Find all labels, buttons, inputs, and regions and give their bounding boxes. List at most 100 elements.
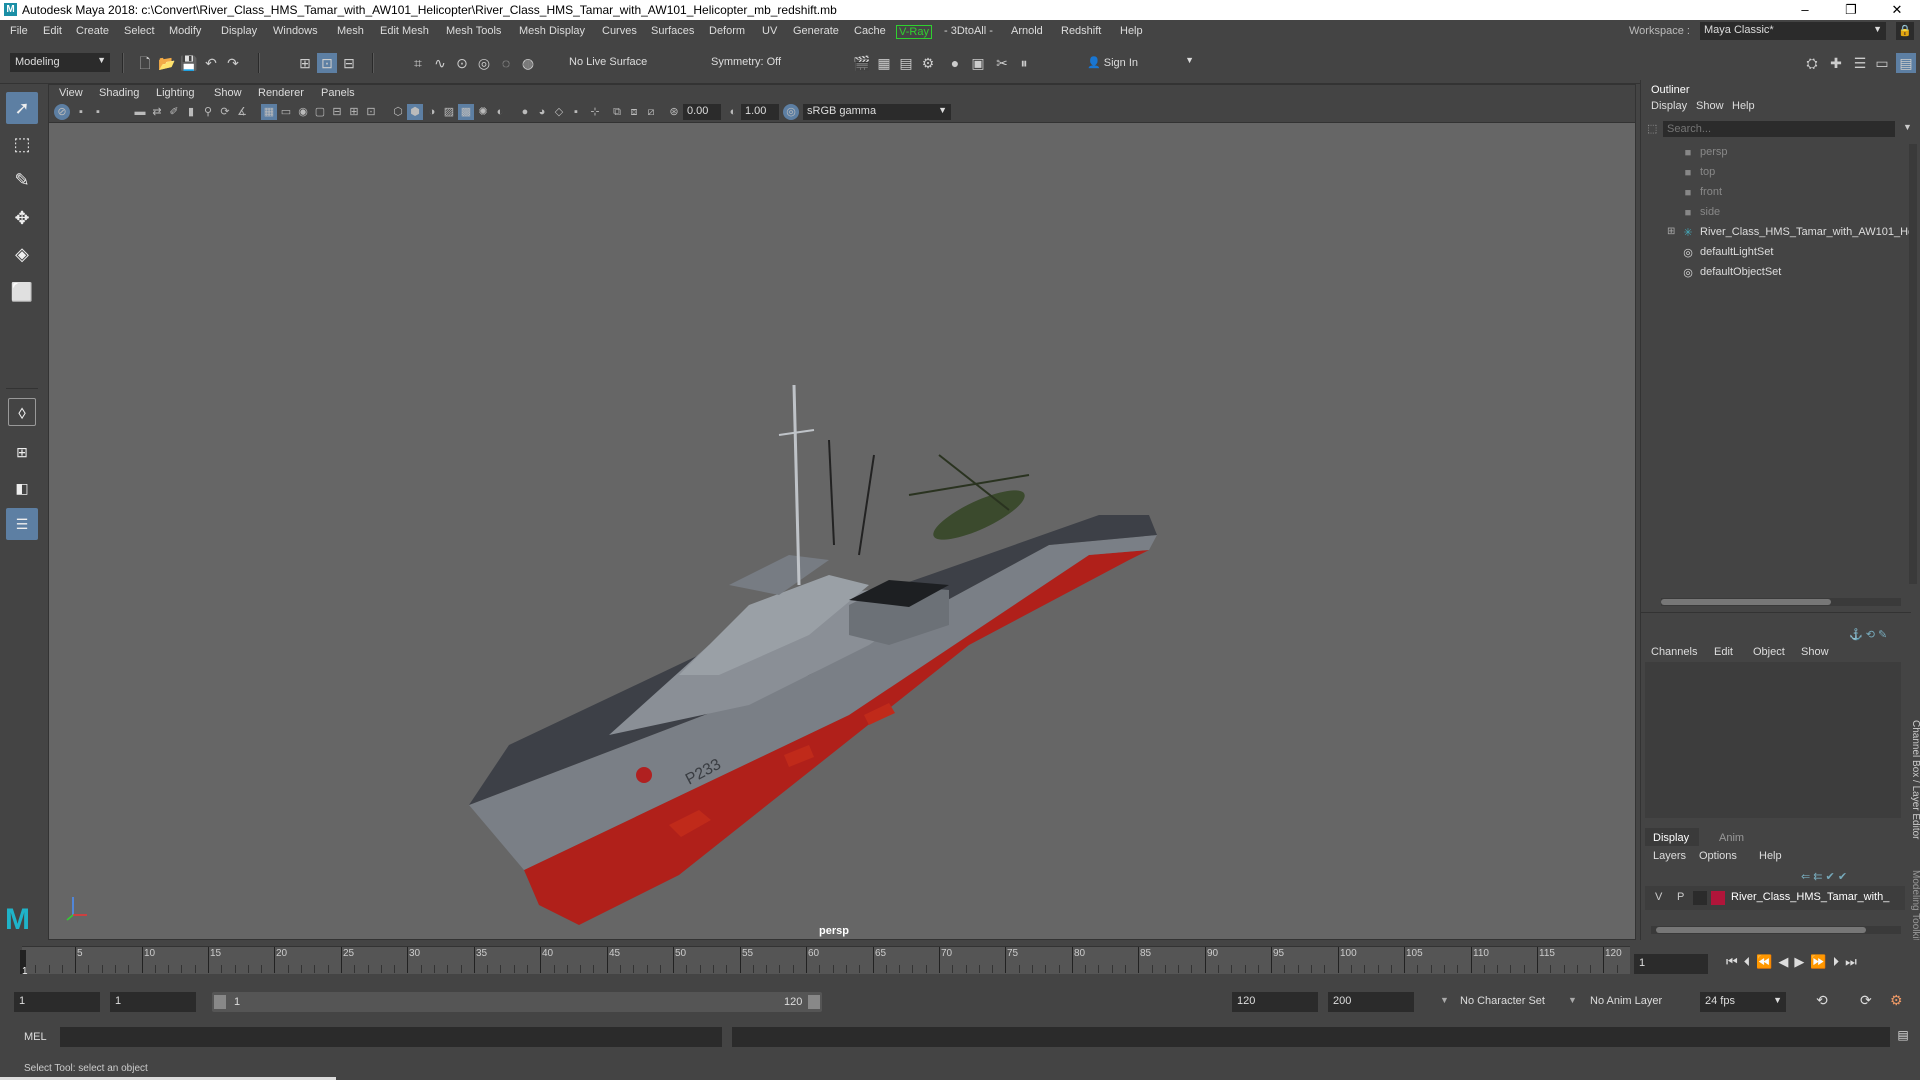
depth-of-field-icon[interactable]: ◇ <box>551 104 567 120</box>
attribute-editor-icon[interactable]: ☰ <box>1850 53 1870 73</box>
go-to-end-icon[interactable]: ⏭ <box>1845 954 1863 969</box>
play-backward-icon[interactable]: ◀ <box>1778 954 1794 969</box>
xray-components-icon[interactable]: ⧈ <box>626 104 642 120</box>
restore-button[interactable]: ❐ <box>1828 0 1874 20</box>
live-surface-field[interactable]: No Live Surface <box>564 53 664 72</box>
menu-display[interactable]: Display <box>221 25 257 37</box>
exposure-icon[interactable]: ⊛ <box>666 104 682 120</box>
auto-key-icon[interactable]: ⟳ <box>1860 992 1872 1009</box>
menu-3dtoall[interactable]: - 3DtoAll - <box>944 25 993 37</box>
select-hierarchy-icon[interactable]: ⊞ <box>295 53 315 73</box>
sign-in-button[interactable]: 👤 Sign In ▼ <box>1082 53 1198 72</box>
pause-icon[interactable]: ⏸ <box>1014 53 1034 73</box>
anim-layer-select[interactable]: No Anim Layer <box>1590 995 1662 1007</box>
layer-color-swatch[interactable] <box>1711 891 1725 905</box>
playback-controls[interactable]: ⏮⏴⏪◀▶⏩⏵⏭ <box>1726 954 1863 970</box>
persp-outliner-layout-icon[interactable]: ◧ <box>6 472 38 504</box>
new-scene-icon[interactable]: 🗋 <box>135 53 155 73</box>
resolution-gate-icon[interactable]: ∡ <box>234 104 250 120</box>
outliner-menu-display[interactable]: Display <box>1651 100 1687 112</box>
menu-redshift[interactable]: Redshift <box>1061 25 1101 37</box>
loop-icon[interactable]: ⟲ <box>1816 992 1828 1009</box>
ipr-render-icon[interactable]: ▤ <box>896 53 916 73</box>
exposure-field[interactable]: 0.00 <box>683 104 721 120</box>
outliner-horizontal-scrollbar[interactable] <box>1661 598 1901 606</box>
layer-menu-options[interactable]: Options <box>1699 850 1737 862</box>
channel-box-menu-edit[interactable]: Edit <box>1714 646 1733 658</box>
select-object-icon[interactable]: ⊡ <box>317 53 337 73</box>
outliner-item-ship-group[interactable]: ✳ River_Class_HMS_Tamar_with_AW101_He <box>1683 226 1914 242</box>
outliner-search-input[interactable] <box>1663 121 1895 137</box>
menu-edit[interactable]: Edit <box>43 25 62 37</box>
menu-file[interactable]: File <box>10 25 28 37</box>
viewport-panel[interactable]: View Shading Lighting Show Renderer Pane… <box>48 84 1636 940</box>
save-scene-icon[interactable]: 💾 <box>179 53 199 73</box>
workspace-select[interactable]: Maya Classic* ▼ <box>1700 22 1886 40</box>
current-frame-field[interactable]: 1 <box>1634 954 1708 974</box>
filter-icon[interactable]: ⬚ <box>1647 122 1661 136</box>
show-grid-icon[interactable]: ▦ <box>261 104 277 120</box>
outliner-item-side[interactable]: ■ side <box>1685 206 1721 222</box>
menu-arnold[interactable]: Arnold <box>1011 25 1043 37</box>
select-component-icon[interactable]: ⊟ <box>339 53 359 73</box>
menu-mesh[interactable]: Mesh <box>337 25 364 37</box>
wireframe-mode-icon[interactable]: ⬡ <box>390 104 406 120</box>
viewport-menu-lighting[interactable]: Lighting <box>156 87 195 99</box>
go-to-start-icon[interactable]: ⏮ <box>1726 954 1744 969</box>
image-plane-icon[interactable]: ▬ <box>132 104 148 120</box>
snap-grid-icon[interactable]: ⌗ <box>408 53 428 73</box>
menu-uv[interactable]: UV <box>762 25 777 37</box>
wireframe-on-shaded-icon[interactable]: ◑ <box>424 104 440 120</box>
channel-box-menu-show[interactable]: Show <box>1801 646 1829 658</box>
side-tab-modeling-toolkit[interactable]: Modeling Toolkit <box>1908 870 1920 942</box>
layer-name[interactable]: River_Class_HMS_Tamar_with_ <box>1731 891 1889 903</box>
open-scene-icon[interactable]: 📂 <box>157 53 177 73</box>
xray-joints-icon[interactable]: ⧉ <box>609 104 625 120</box>
redo-icon[interactable]: ↷ <box>223 53 243 73</box>
menu-edit-mesh[interactable]: Edit Mesh <box>380 25 429 37</box>
layer-menu-layers[interactable]: Layers <box>1653 850 1686 862</box>
render-settings-icon[interactable]: ⚙ <box>918 53 938 73</box>
bookmark-view-icon[interactable]: ▮ <box>183 104 199 120</box>
mel-input[interactable] <box>60 1027 722 1047</box>
outliner-item-persp[interactable]: ■ persp <box>1685 146 1728 162</box>
character-controls-icon[interactable]: ✚ <box>1826 53 1846 73</box>
grease-pencil-icon[interactable]: ✐ <box>166 104 182 120</box>
layer-tab-display[interactable]: Display <box>1653 832 1689 844</box>
snap-edge-icon[interactable]: ◍ <box>518 53 538 73</box>
menu-modify[interactable]: Modify <box>169 25 201 37</box>
screen-space-ao-icon[interactable]: ◐ <box>492 104 508 120</box>
range-slider-end-handle[interactable] <box>808 995 820 1009</box>
safe-title-icon[interactable]: ⊟ <box>329 104 345 120</box>
rotate-tool-icon[interactable]: ◈ <box>6 238 38 270</box>
animation-end-field[interactable]: 200 <box>1328 992 1414 1012</box>
menu-curves[interactable]: Curves <box>602 25 637 37</box>
time-ruler[interactable]: 5 10 15 20 25 30 35 40 45 50 55 60 65 70 75 80 85 90 95 100… <box>22 946 1630 974</box>
channel-box-tool-icons[interactable]: ⚓ ⟲ ✎ <box>1849 628 1887 641</box>
channel-box-menu-object[interactable]: Object <box>1753 646 1785 658</box>
scrollbar-thumb[interactable] <box>1656 927 1866 933</box>
script-editor-icon[interactable]: ▤ <box>1894 1028 1912 1046</box>
snap-point-icon[interactable]: ⊙ <box>452 53 472 73</box>
menu-generate[interactable]: Generate <box>793 25 839 37</box>
menu-vray[interactable]: V-Ray <box>896 25 932 39</box>
use-all-lights-icon[interactable]: ▩ <box>458 104 474 120</box>
move-tool-icon[interactable]: ✥ <box>6 202 38 234</box>
paint-select-tool-icon[interactable]: ✎ <box>6 164 38 196</box>
outliner-item-top[interactable]: ■ top <box>1685 166 1716 182</box>
outliner-layout-icon[interactable]: ☰ <box>6 508 38 540</box>
vray-icon[interactable]: ✂ <box>992 53 1012 73</box>
chevron-down-icon[interactable]: ▼ <box>1568 995 1577 1005</box>
mel-label[interactable]: MEL <box>24 1031 47 1043</box>
step-forward-frame-icon[interactable]: ⏩ <box>1810 954 1832 969</box>
2d-pan-zoom-icon[interactable]: ⇄ <box>149 104 165 120</box>
modeling-toolkit-icon[interactable]: ⛭ <box>1802 53 1822 73</box>
menu-cache[interactable]: Cache <box>854 25 886 37</box>
animation-start-field[interactable]: 1 <box>14 992 100 1012</box>
layer-type-toggle[interactable] <box>1693 891 1707 905</box>
xray-icon[interactable]: ⊹ <box>587 104 603 120</box>
viewport-menu-shading[interactable]: Shading <box>99 87 139 99</box>
render-sequence-icon[interactable]: ▦ <box>874 53 894 73</box>
animation-preferences-icon[interactable]: ⚙ <box>1890 992 1903 1009</box>
step-back-frame-icon[interactable]: ⏪ <box>1756 954 1778 969</box>
